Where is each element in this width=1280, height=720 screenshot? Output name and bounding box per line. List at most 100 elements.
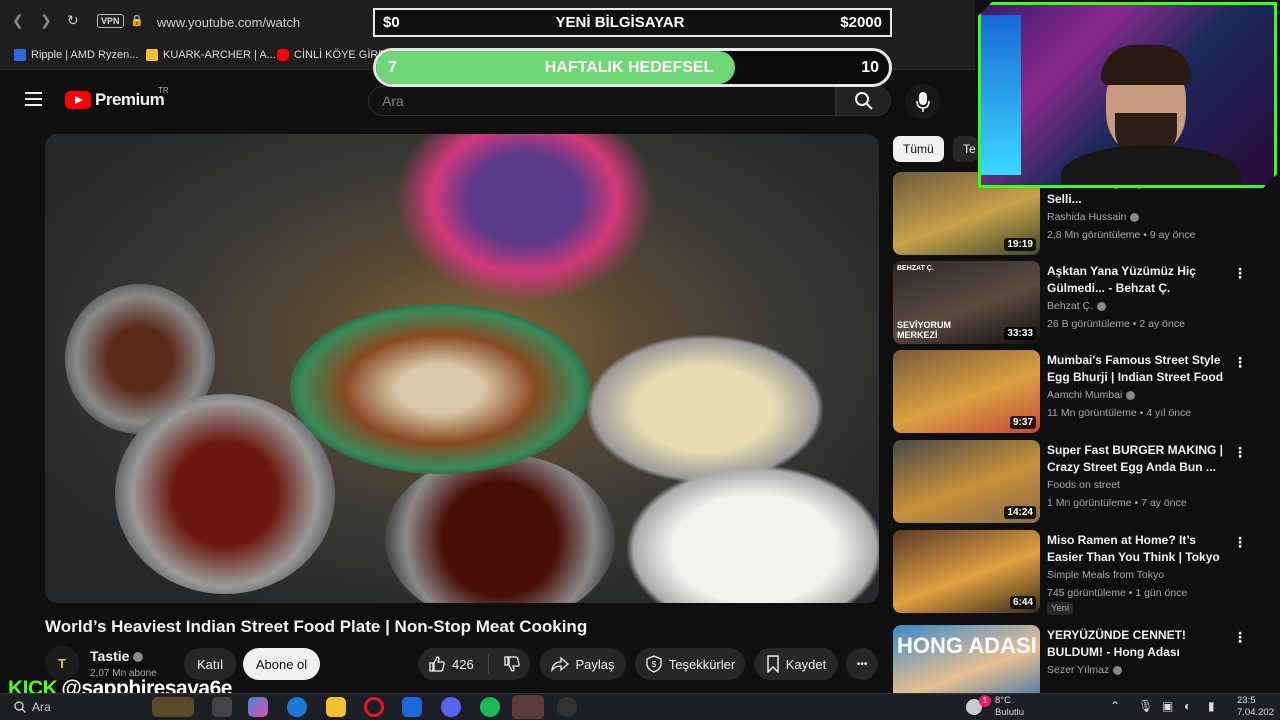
chip-all[interactable]: Tümü	[893, 136, 944, 162]
bookmark-icon	[146, 49, 158, 61]
bookmark-kuark[interactable]: KUARK-ARCHER | A...	[146, 49, 276, 61]
recommendation-channel[interactable]: Rashida Hussain	[1047, 211, 1140, 223]
save-button[interactable]: Kaydet	[754, 648, 838, 680]
video-player[interactable]	[45, 134, 879, 603]
goal-title: YENİ BİLGİSAYAR	[555, 14, 685, 31]
voice-search-button[interactable]	[905, 84, 940, 119]
like-icon[interactable]	[428, 655, 446, 673]
search-input[interactable]: Ara	[368, 86, 836, 116]
forward-icon[interactable]: ❯	[40, 12, 52, 29]
goal-title: HAFTALIK HEDEFSEL	[544, 58, 714, 76]
vpn-badge[interactable]: VPN	[97, 14, 124, 28]
recommendation-thumbnail[interactable]: 9:37	[893, 350, 1040, 433]
recommendation-channel[interactable]: Sezer Yılmaz	[1047, 664, 1123, 676]
lock-icon[interactable]: 🔒	[130, 14, 144, 27]
back-icon[interactable]: ❮	[12, 12, 24, 29]
recommendation-thumbnail[interactable]: BEHZAT Ç. SEVİYORUM MERKEZİ 33:33	[893, 261, 1040, 344]
channel-name-text[interactable]: Tastie	[90, 648, 129, 664]
recommendation-channel[interactable]: Foods on street	[1047, 479, 1120, 491]
recommendation-thumbnail[interactable]: 14:24	[893, 440, 1040, 523]
file-explorer-icon[interactable]	[326, 697, 346, 717]
channel-name-text[interactable]: Simple Meals from Tokyo	[1047, 569, 1164, 581]
recommendation-thumbnail[interactable]: 6:44	[893, 530, 1040, 613]
task-view-icon[interactable]	[212, 697, 232, 717]
menu-icon[interactable]	[25, 92, 42, 106]
bookmark-label: Ripple | AMD Ryzen...	[31, 49, 139, 61]
youtube-logo[interactable]: Premium TR	[65, 86, 169, 110]
subscribe-button[interactable]: Abone ol	[243, 648, 320, 680]
more-options-icon[interactable]: ⋮	[1233, 534, 1247, 551]
video-frame-rice	[625, 464, 879, 603]
channel-name-text[interactable]: Foods on street	[1047, 479, 1120, 491]
recommendation-title[interactable]: Mumbai's Famous Street Style Egg Bhurji …	[1047, 352, 1227, 386]
channel-name-text[interactable]: Sezer Yılmaz	[1047, 664, 1109, 676]
recommendation-title[interactable]: YERYÜZÜNDE CENNET! BULDUM! - Hong Adası	[1047, 627, 1227, 661]
video-duration: 6:44	[1009, 596, 1036, 609]
webcam-led-panel	[981, 15, 1021, 175]
microphone-icon[interactable]: 🎙	[1138, 699, 1153, 713]
verified-icon	[1130, 212, 1140, 222]
channel-name-text[interactable]: Aamchi Mumbai	[1047, 389, 1122, 401]
recommendation-title[interactable]: Aşktan Yana Yüzümüz Hiç Gülmedi... - Beh…	[1047, 263, 1227, 297]
copilot-icon[interactable]	[248, 697, 268, 717]
webcam-hair	[1101, 45, 1191, 85]
outlook-icon[interactable]	[402, 697, 422, 717]
channel-name-text[interactable]: Behzat Ç.	[1047, 300, 1093, 312]
thanks-button[interactable]: $ Teşekkürler	[635, 648, 745, 680]
recommendation-item[interactable]: BEHZAT Ç. SEVİYORUM MERKEZİ 33:33 Aşktan Ya…	[893, 261, 1273, 345]
taskbar-search[interactable]: Ara	[14, 700, 51, 714]
verified-icon	[1113, 665, 1123, 675]
more-options-icon[interactable]: ⋮	[1233, 629, 1247, 646]
search-button[interactable]	[836, 86, 891, 116]
address-bar[interactable]: www.youtube.com/watch	[157, 15, 300, 30]
more-options-icon[interactable]: ⋮	[1233, 444, 1247, 461]
taskbar-widget-thumbnail[interactable]	[152, 697, 194, 717]
channel-name-text[interactable]: Rashida Hussain	[1047, 211, 1126, 223]
opera-icon[interactable]	[364, 697, 384, 717]
thumbnail-text: SEVİYORUM MERKEZİ	[897, 320, 952, 340]
verified-icon	[1097, 301, 1107, 311]
more-actions-button[interactable]: •••	[846, 648, 878, 680]
network-icon[interactable]: ◐	[1184, 699, 1191, 713]
donation-goal-bar: $0 YENİ BİLGİSAYAR $2000	[373, 8, 892, 37]
battery-icon[interactable]: ▮	[1208, 699, 1215, 713]
youtube-play-icon	[65, 91, 91, 109]
bookmark-ripple[interactable]: Ripple | AMD Ryzen...	[14, 49, 138, 61]
recommendation-channel[interactable]: Simple Meals from Tokyo	[1047, 569, 1164, 581]
weather-widget[interactable]: 8°C Bulutlu	[995, 695, 1024, 719]
recommendation-title[interactable]: Miso Ramen at Home? It’s Easier Than You…	[1047, 532, 1227, 566]
notification-count: 1	[979, 695, 991, 707]
more-options-icon[interactable]: ⋮	[1233, 354, 1247, 371]
channel-name[interactable]: Tastie	[90, 648, 144, 664]
recommendation-item[interactable]: 14:24 Super Fast BURGER MAKING | Crazy St…	[893, 440, 1273, 524]
share-button[interactable]: Paylaş	[540, 648, 626, 680]
bookmark-cinli[interactable]: CİNLİ KÖYE GİRDİ	[277, 49, 389, 61]
weather-desc: Bulutlu	[995, 707, 1025, 718]
video-title: World’s Heaviest Indian Street Food Plat…	[45, 617, 588, 636]
divider	[487, 654, 489, 674]
weather-temp: 8°C	[995, 695, 1011, 706]
dislike-icon[interactable]	[503, 655, 521, 673]
chevron-up-icon[interactable]: ⌃	[1110, 699, 1120, 713]
recommendation-title[interactable]: Super Fast BURGER MAKING | Crazy Street …	[1047, 442, 1227, 476]
join-button[interactable]: Katıl	[184, 648, 236, 680]
chip-related[interactable]: Te	[953, 136, 978, 162]
channel-avatar[interactable]: T	[45, 646, 79, 680]
discord-icon[interactable]	[441, 697, 461, 717]
save-label: Kaydet	[785, 656, 827, 672]
display-icon[interactable]: ▣	[1162, 699, 1173, 713]
more-options-icon[interactable]: ⋮	[1233, 265, 1247, 282]
recommendation-channel[interactable]: Aamchi Mumbai	[1047, 389, 1136, 401]
reload-icon[interactable]: ↻	[67, 12, 79, 29]
edge-icon[interactable]	[287, 697, 307, 717]
recommendation-item[interactable]: 6:44 Miso Ramen at Home? It’s Easier Than…	[893, 530, 1273, 615]
taskbar-clock[interactable]: 23:5 7.04.202	[1237, 695, 1274, 719]
like-dislike-group: 426	[418, 648, 530, 680]
recommendation-meta: 745 görüntüleme • 1 gün önce	[1047, 587, 1188, 599]
recommendation-item[interactable]: 9:37 Mumbai's Famous Street Style Egg Bhu…	[893, 350, 1273, 434]
like-count[interactable]: 426	[452, 657, 474, 672]
obs-icon[interactable]	[557, 697, 577, 717]
recommendation-channel[interactable]: Behzat Ç.	[1047, 300, 1107, 312]
soundcloud-icon[interactable]	[512, 695, 544, 719]
spotify-icon[interactable]	[480, 697, 500, 717]
